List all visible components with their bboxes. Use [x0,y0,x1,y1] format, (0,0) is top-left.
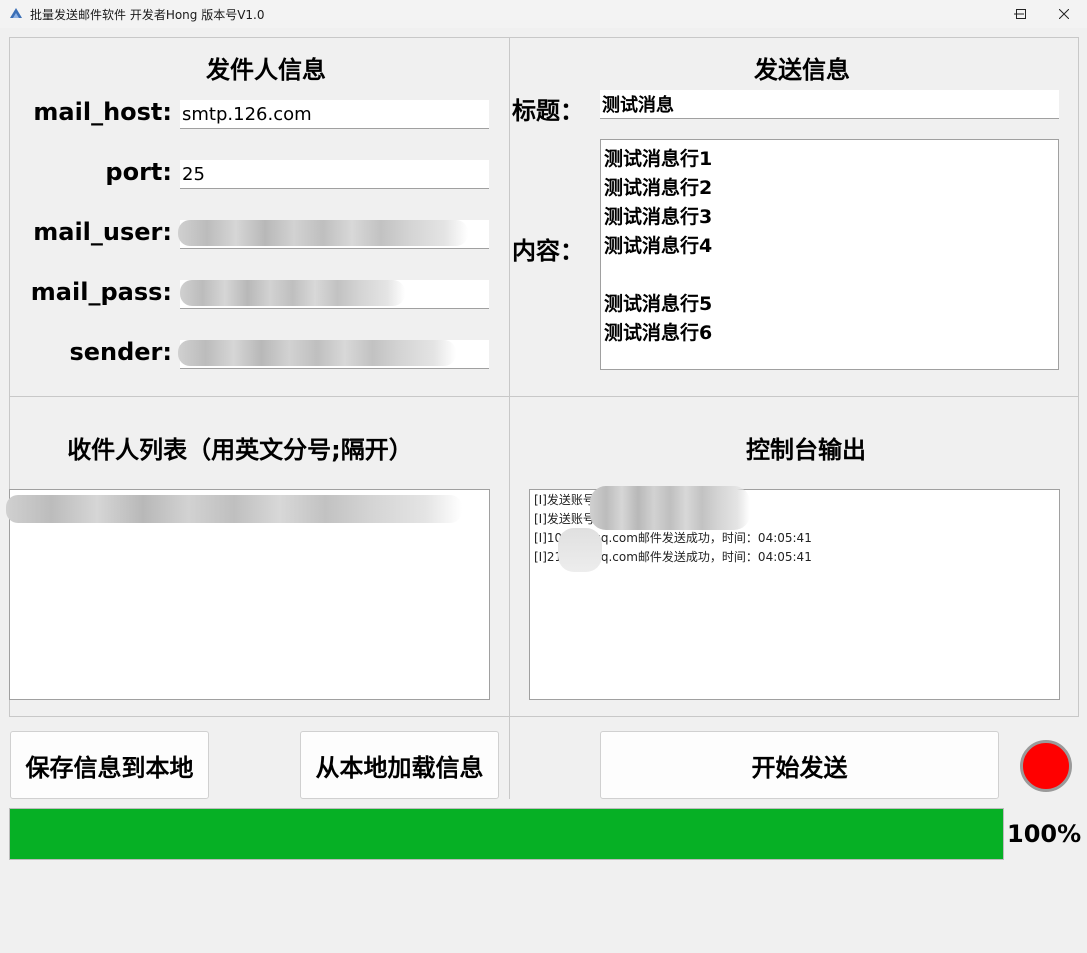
mail-host-label: mail_host: [33,98,172,126]
load-local-button[interactable]: 从本地加载信息 [300,731,499,799]
maximize-button[interactable] [998,0,1044,28]
content-line: 测试消息行6 [604,322,713,344]
mail-user-label: mail_user: [33,218,172,246]
content-label: 内容： [512,237,584,265]
frame-vertical-divider [509,37,510,799]
port-input[interactable] [180,160,489,189]
redacted-mail-user [178,220,468,246]
subject-input[interactable] [600,90,1059,119]
redacted-sender [178,340,456,366]
save-local-button[interactable]: 保存信息到本地 [10,731,209,799]
content-line: 测试消息行2 [604,177,713,199]
progress-fill [10,809,1003,859]
mail-host-input[interactable] [180,100,489,129]
maximize-icon [1016,9,1026,19]
app-logo-icon [10,8,22,18]
content-line: 测试消息行4 [604,235,713,257]
content-line: 测试消息行1 [604,148,713,170]
mail-pass-label: mail_pass: [30,278,172,306]
close-button[interactable] [1041,0,1087,28]
redacted-mail-pass [180,280,405,306]
frame-top-border [9,37,1079,38]
frame-right-border [1078,37,1079,717]
window-title: 批量发送邮件软件 开发者Hong 版本号V1.0 [30,8,265,22]
content-text: 测试消息行1 测试消息行2 测试消息行3 测试消息行4 测试消息行5 测试消息行… [604,145,1054,348]
subject-label: 标题： [512,97,584,125]
frame-bottom-divider [9,716,1079,717]
recipients-title: 收件人列表（用英文分号;隔开） [67,436,413,464]
send-info-title: 发送信息 [754,56,850,84]
progress-label: 100% [1007,820,1082,848]
start-send-button[interactable]: 开始发送 [600,731,999,799]
redacted-recipients [6,495,462,523]
frame-middle-divider [9,396,1079,397]
port-label: port: [105,158,172,186]
content-line [604,261,1054,290]
content-line: 测试消息行3 [604,206,713,228]
console-line: [I]10 25@qq.com邮件发送成功，时间：04:05:41 [534,531,812,545]
sender-label: sender: [69,338,172,366]
console-title: 控制台输出 [746,436,866,464]
close-icon [1059,9,1069,19]
status-indicator [1020,740,1072,792]
progress-bar [9,808,1004,860]
content-line: 测试消息行5 [604,293,713,315]
redacted-console-account [590,486,750,530]
console-line: [I]21 11@qq.com邮件发送成功，时间：04:05:41 [534,550,812,564]
sender-info-title: 发件人信息 [206,56,326,84]
title-bar[interactable]: 批量发送邮件软件 开发者Hong 版本号V1.0 [0,0,1087,28]
redacted-console-email [558,528,602,572]
